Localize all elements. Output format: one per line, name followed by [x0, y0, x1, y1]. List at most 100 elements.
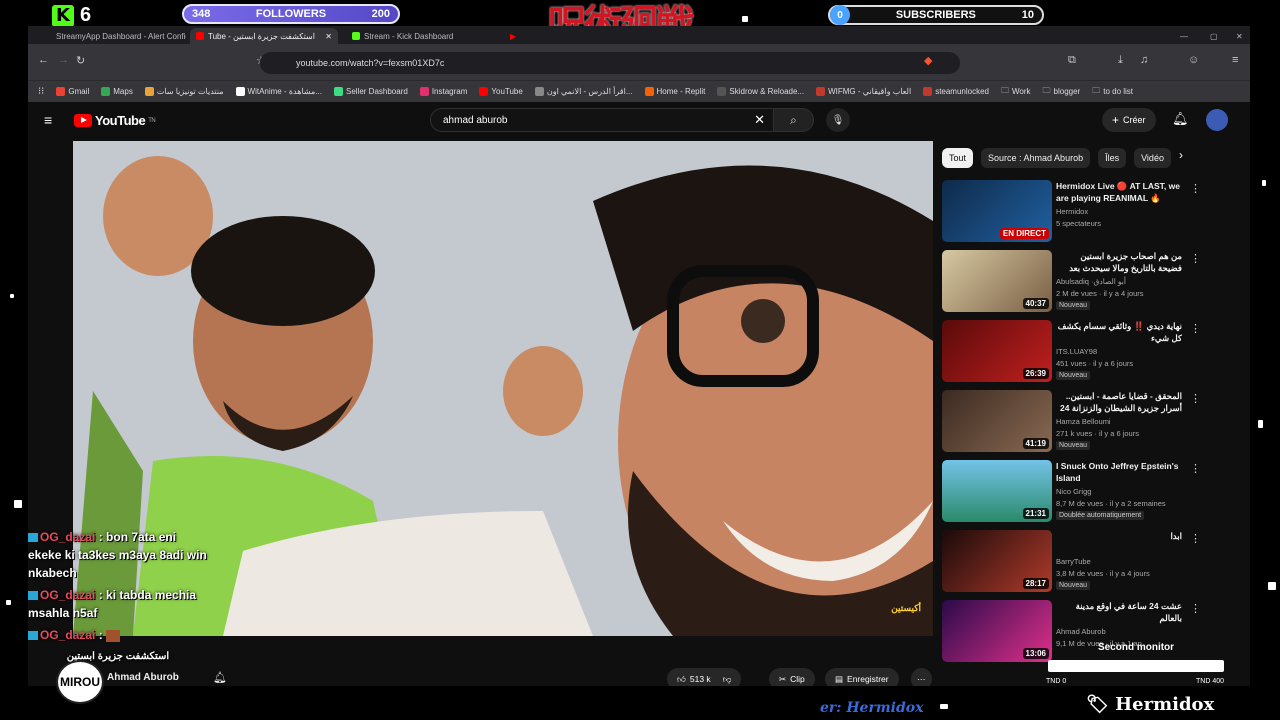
url-text: youtube.com/watch?v=fexsm01XD7c: [296, 58, 445, 68]
brave-shield-icon[interactable]: ◆: [924, 54, 932, 67]
bookmark-label: Skidrow & Reloade...: [729, 87, 805, 96]
chat-message: OG_dazai : ki tabda mechia msahla n5af: [28, 588, 197, 620]
chip-source[interactable]: Source : Ahmad Aburob: [981, 148, 1091, 168]
minimize-icon[interactable]: —: [1174, 28, 1194, 44]
hamburger-menu-icon[interactable]: ≡: [44, 112, 52, 128]
kick-logo-icon: K: [52, 4, 74, 27]
notification-bell-icon[interactable]: 🔔︎: [213, 671, 227, 684]
forward-icon[interactable]: →: [58, 54, 69, 66]
youtube-tab-mini-icon[interactable]: ▶: [504, 28, 522, 44]
extensions-icon[interactable]: ⧉: [1068, 54, 1076, 67]
recommendation-item[interactable]: 21:31 I Snuck Onto Jeffrey Epstein's Isl…: [942, 460, 1232, 524]
bookmark-seller[interactable]: Seller Dashboard: [334, 87, 408, 96]
more-options-icon[interactable]: ⋮: [1190, 462, 1201, 475]
tab-label: Stream - Kick Dashboard: [364, 31, 454, 41]
youtube-logo[interactable]: YouTube TN: [74, 113, 156, 128]
thumbnail: 21:31: [942, 460, 1052, 522]
bookmark-replit[interactable]: Home - Replit: [644, 87, 706, 96]
url-field[interactable]: youtube.com/watch?v=fexsm01XD7c: [260, 52, 960, 74]
reload-icon[interactable]: ↻: [76, 54, 85, 67]
followers-goal: 200: [371, 8, 390, 20]
tab-kick[interactable]: Stream - Kick Dashboard: [346, 28, 496, 44]
bookmark-work[interactable]: 🗀 Work: [1001, 85, 1031, 99]
apps-grid-icon[interactable]: ⁝⁝: [38, 86, 44, 97]
bookmark-wifmg[interactable]: WIFMG - العاب واقيقاني: [816, 87, 911, 96]
media-icon[interactable]: ♫: [1140, 54, 1148, 66]
bookmark-youtube[interactable]: YouTube: [479, 87, 523, 96]
youtube-page: ≡ YouTube TN ahmad aburob ✕ ⌕ 🎙 + Créer 🔔…: [28, 102, 1250, 686]
more-options-icon[interactable]: ⋮: [1190, 532, 1201, 545]
bookmark-instagram[interactable]: Instagram: [419, 87, 468, 96]
close-tab-icon[interactable]: ✕: [325, 32, 332, 41]
search-button[interactable]: ⌕: [774, 108, 814, 132]
more-actions-button[interactable]: ⋯: [911, 668, 932, 686]
recommendation-item[interactable]: 26:39 نهاية ديدي ‼️ وثائقي سسام يكشف كل …: [942, 320, 1232, 384]
recommendation-item[interactable]: 40:37 من هم اصحاب جزيرة ابستين فضيحة بال…: [942, 250, 1232, 314]
chip-video[interactable]: Vidéo: [1134, 148, 1171, 168]
more-options-icon[interactable]: ⋮: [1190, 602, 1201, 615]
save-button[interactable]: ▤ Enregistrer: [825, 668, 899, 686]
bookmark-witanime[interactable]: WitAnime - مشاهدة...: [235, 87, 322, 96]
bookmark-tunisia-sat[interactable]: منتديات تونيزيا سات: [144, 87, 224, 96]
close-window-icon[interactable]: ✕: [1230, 28, 1249, 44]
account-avatar[interactable]: [1206, 109, 1228, 131]
bookmark-blogger[interactable]: 🗀 blogger: [1043, 85, 1081, 99]
tab-youtube[interactable]: Tube - استكشفت جزيرة ابستين ✕: [190, 28, 338, 44]
bookmark-todo[interactable]: 🗀 to do list: [1092, 85, 1133, 99]
bookmark-steamunlocked[interactable]: steamunlocked: [923, 87, 989, 96]
more-options-icon[interactable]: ⋮: [1190, 182, 1201, 195]
video-meta: 271 k vues · il y a 6 jours: [1056, 429, 1139, 438]
chip-islands[interactable]: Îles: [1098, 148, 1127, 168]
thumbs-down-icon[interactable]: 👎︎: [723, 674, 732, 685]
channel-name[interactable]: Ahmad Aburob: [107, 672, 179, 683]
back-icon[interactable]: ←: [38, 54, 49, 66]
like-button[interactable]: 👍︎ 513 k 👎︎: [667, 668, 742, 686]
chat-username: OG_dazai: [40, 628, 96, 642]
more-options-icon[interactable]: ⋮: [1190, 322, 1201, 335]
bookmark-skidrow[interactable]: Skidrow & Reloade...: [717, 87, 804, 96]
maps-icon: [101, 87, 111, 96]
duration: 41:19: [1022, 438, 1049, 449]
chevron-right-icon[interactable]: ›: [1179, 148, 1183, 168]
voice-search-button[interactable]: 🎙: [826, 108, 850, 132]
bookmark-maps[interactable]: Maps: [101, 87, 133, 96]
video-title: عشت 24 ساعة في اوقع مدينة بالعالم: [1075, 601, 1182, 623]
create-button[interactable]: + Créer: [1102, 108, 1156, 132]
download-icon[interactable]: ⤓: [1118, 54, 1123, 67]
more-options-icon[interactable]: ⋮: [1190, 252, 1201, 265]
recommendation-item[interactable]: EN DIRECT Hermidox Live 🔴 AT LAST, we ar…: [942, 180, 1232, 244]
search-input[interactable]: ahmad aburob ✕: [430, 108, 774, 132]
address-bar-row: ← → ↻ ☆ youtube.com/watch?v=fexsm01XD7c …: [28, 44, 1250, 80]
notifications-bell-icon[interactable]: 🔔︎: [1172, 111, 1189, 127]
recommendation-item[interactable]: 13:06 عشت 24 ساعة في اوقع مدينة بالعالم …: [942, 600, 1232, 664]
bookmark-label: Instagram: [431, 87, 468, 96]
browser-window: StreamyApp Dashboard - Alert Config Tube…: [28, 26, 1250, 686]
clip-button[interactable]: ✂ Clip: [769, 668, 815, 686]
maximize-icon[interactable]: ▢: [1204, 28, 1224, 44]
bookmark-anime[interactable]: اقرأ الدرس - الانمي اون...: [534, 87, 633, 96]
bookmarks-bar: ⁝⁝ Gmail Maps منتديات تونيزيا سات WitAni…: [28, 80, 1250, 102]
duration: 26:39: [1022, 368, 1049, 379]
bookmark-gmail[interactable]: Gmail: [56, 87, 89, 96]
bookmark-label: WIFMG - العاب واقيقاني: [828, 87, 912, 96]
chat-badge-icon: [28, 631, 38, 641]
more-options-icon[interactable]: ⋮: [1190, 392, 1201, 405]
channel-name: Nico Grigg: [1056, 487, 1092, 496]
chip-all[interactable]: Tout: [942, 148, 974, 168]
wifmg-icon: [816, 87, 826, 96]
bookmark-label: Home - Replit: [656, 87, 706, 96]
recommendation-item[interactable]: 28:17 ابدا BarryTube 3,8 M de vues · il …: [942, 530, 1232, 594]
tab-streamyapp[interactable]: StreamyApp Dashboard - Alert Config: [46, 28, 186, 44]
duration: 28:17: [1022, 578, 1049, 589]
channel-name: Ahmad Aburob: [1056, 627, 1106, 636]
recommendation-item[interactable]: 41:19 المحقق - قضايا عاصمة - ابستين.. أس…: [942, 390, 1232, 454]
video-watermark-text: أكيستين: [891, 603, 921, 613]
channel-name: Abulsadiq ·أبو الصادق: [1056, 277, 1126, 286]
thumbs-up-icon: 👍︎: [677, 673, 686, 684]
chat-message: OG_dazai :: [28, 626, 208, 644]
subscribers-goal: 10: [1021, 9, 1034, 21]
profile-icon[interactable]: ☺: [1188, 54, 1199, 66]
clear-search-icon[interactable]: ✕: [754, 112, 765, 128]
sparkle: [742, 16, 748, 22]
menu-icon[interactable]: ≡: [1232, 54, 1238, 66]
